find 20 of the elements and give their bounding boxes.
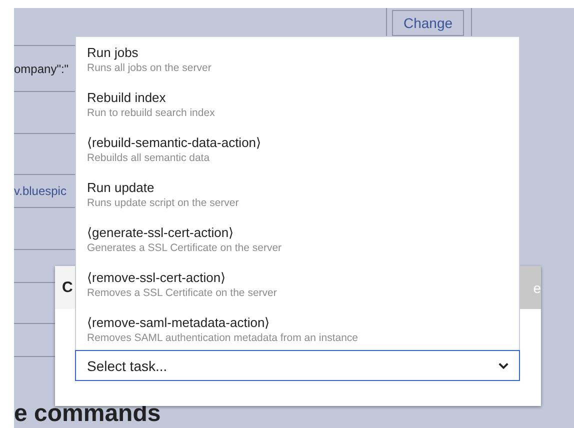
option-description: Runs all jobs on the server — [87, 61, 212, 76]
section-heading: e commands — [14, 400, 161, 428]
option-title[interactable]: Run jobs — [87, 45, 519, 61]
link[interactable]: v.bluespic — [14, 184, 66, 198]
option-description: Run to rebuild search index — [87, 106, 216, 121]
chevron-down-icon — [498, 362, 509, 370]
option-title[interactable]: ⟨rebuild-semantic-data-action⟩ — [87, 135, 519, 151]
option-title[interactable]: Run update — [87, 180, 519, 196]
task-select[interactable]: Select task... — [75, 350, 520, 381]
change-button[interactable]: Change — [392, 10, 464, 36]
option-description: Removes a SSL Certificate on the server — [87, 286, 278, 301]
option-title[interactable]: ⟨generate-ssl-cert-action⟩ — [87, 225, 519, 241]
dialog-title: C — [62, 279, 73, 296]
option-description: Runs update script on the server — [87, 196, 240, 211]
option-description: Rebuilds all semantic data — [87, 151, 211, 166]
option-description: Removes SAML authentication metadata from an instance — [87, 331, 360, 346]
option-title[interactable]: ⟨remove-saml-metadata-action⟩ — [87, 315, 519, 331]
table-cell: ompany":" — [14, 62, 69, 76]
option-title[interactable]: Rebuild index — [87, 90, 519, 106]
option-description: Generates a SSL Certificate on the server — [87, 241, 283, 256]
